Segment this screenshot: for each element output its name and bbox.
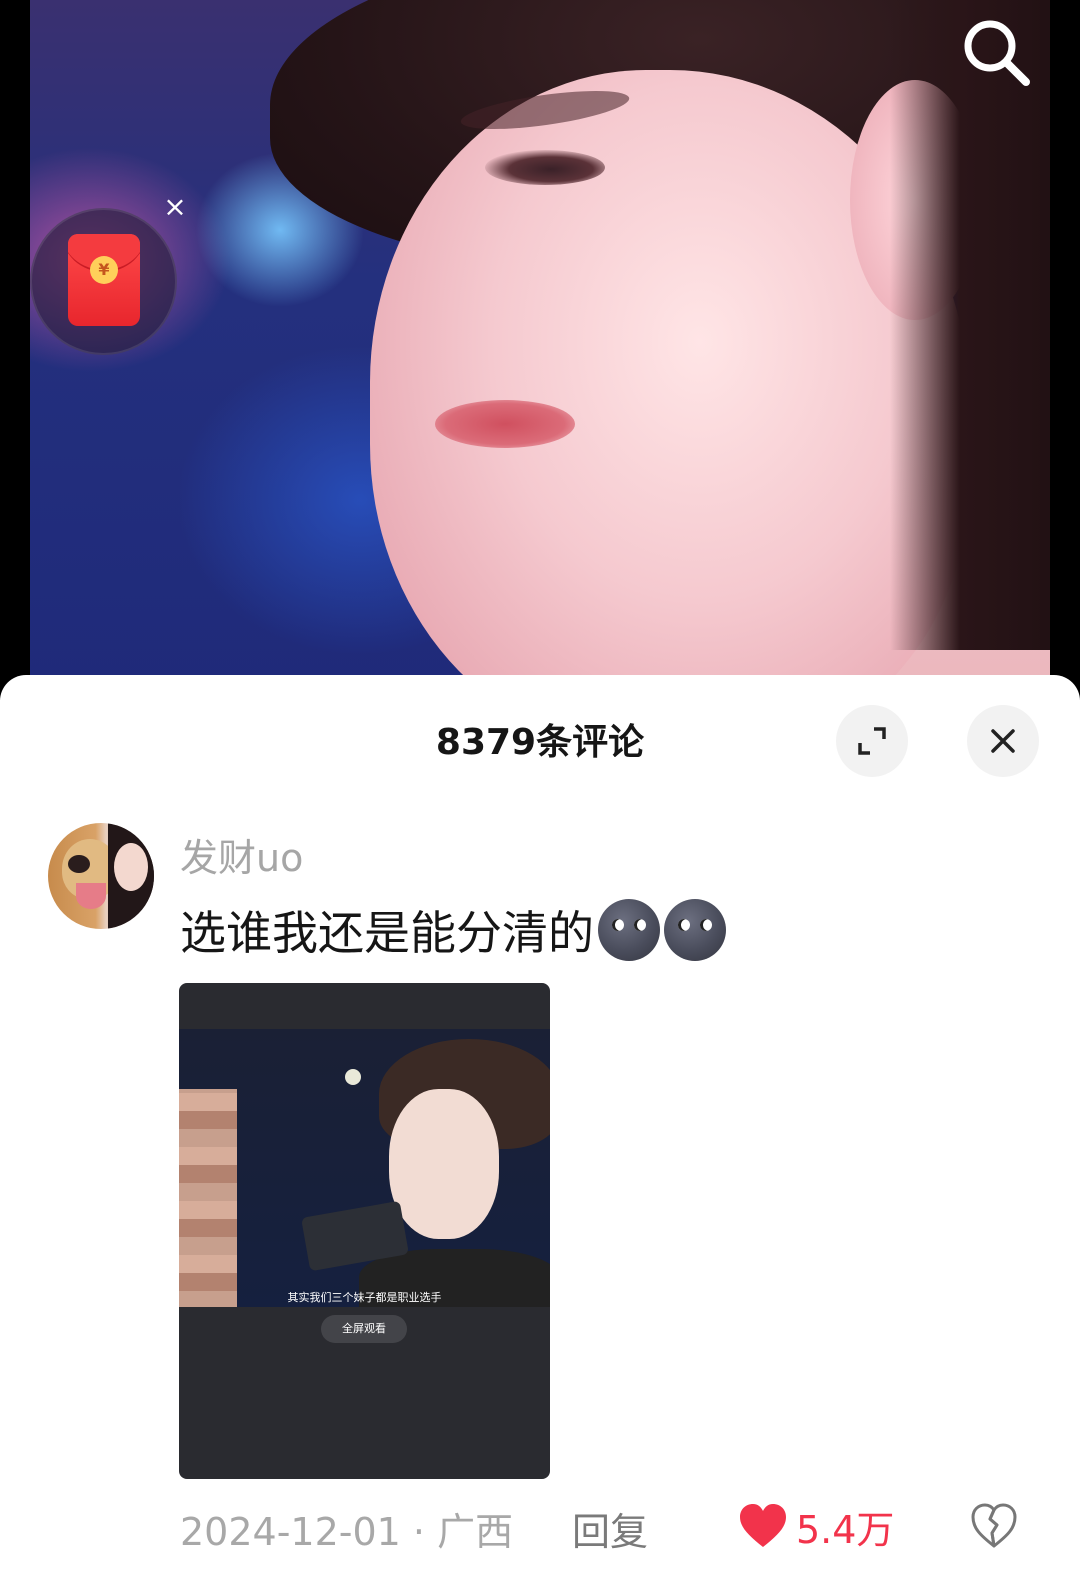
video-player[interactable]: ¥ ×	[0, 0, 1080, 700]
search-icon[interactable]	[958, 14, 1034, 90]
broken-heart-icon[interactable]	[970, 1503, 1018, 1549]
comment-count-title: 8379条评论	[435, 722, 645, 763]
comment-username[interactable]: 发财uo	[180, 827, 303, 882]
like-count: 5.4万	[796, 1507, 895, 1552]
new-moon-face-emoji-icon	[598, 899, 660, 961]
new-moon-face-emoji-icon	[664, 899, 726, 961]
red-packet-close-icon[interactable]: ×	[160, 192, 190, 222]
video-frame	[30, 0, 1050, 700]
avatar[interactable]	[48, 823, 154, 929]
comment-body: 选谁我还是能分清的	[180, 897, 726, 963]
comment-date-location: 2024-12-01 · 广西	[180, 1510, 514, 1554]
red-packet-icon: ¥	[68, 234, 140, 326]
expand-icon	[858, 727, 886, 755]
close-icon	[991, 729, 1015, 753]
expand-button[interactable]	[836, 705, 908, 777]
comment-video-thumbnail[interactable]: 其实我们三个妹子都是职业选手 全屏观看	[179, 983, 550, 1479]
red-packet-widget[interactable]: ¥	[30, 208, 177, 355]
close-button[interactable]	[967, 705, 1039, 777]
like-button[interactable]: 5.4万	[738, 1501, 895, 1552]
fullscreen-watch-button[interactable]: 全屏观看	[321, 1315, 407, 1343]
comment-text: 选谁我还是能分清的	[180, 906, 594, 960]
comment-sheet: 8379条评论 发财uo 选谁我还是能分清的 其实我们三个妹子都是职业选手 全屏…	[0, 675, 1080, 1575]
reply-button[interactable]: 回复	[572, 1501, 648, 1556]
thumbnail-subtitle: 其实我们三个妹子都是职业选手	[287, 1291, 442, 1304]
heart-icon	[740, 1504, 786, 1547]
pixelated-face	[179, 1089, 237, 1307]
